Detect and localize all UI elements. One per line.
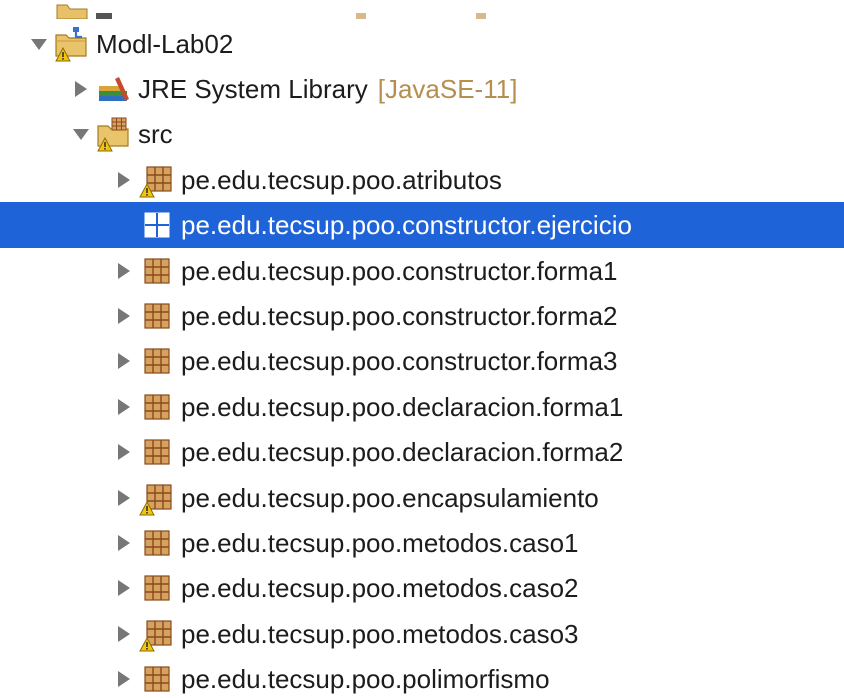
tree-row-package[interactable]: pe.edu.tecsup.poo.metodos.caso3	[0, 611, 844, 657]
package-label: pe.edu.tecsup.poo.polimorfismo	[181, 663, 550, 694]
tree-row-project[interactable]: Modl-Lab02	[0, 21, 844, 67]
collapsed-arrow-icon[interactable]	[113, 350, 135, 372]
tree-row-library[interactable]: JRE System Library [JavaSE-11]	[0, 66, 844, 112]
tree-row-package[interactable]: pe.edu.tecsup.poo.constructor.forma3	[0, 338, 844, 384]
no-toggle-placeholder	[113, 214, 135, 236]
package-label: pe.edu.tecsup.poo.constructor.ejercicio	[181, 209, 632, 240]
empty-package-icon	[139, 207, 175, 243]
package-label: pe.edu.tecsup.poo.metodos.caso3	[181, 618, 579, 649]
tree-row-package[interactable]: pe.edu.tecsup.poo.declaracion.forma1	[0, 384, 844, 430]
package-warning-icon	[139, 480, 175, 516]
collapsed-arrow-icon[interactable]	[113, 169, 135, 191]
tree-row-package[interactable]: pe.edu.tecsup.poo.atributos	[0, 157, 844, 203]
tree-toggle-placeholder	[28, 0, 50, 12]
project-folder-warning-icon	[54, 26, 90, 62]
tree-row-package[interactable]: pe.edu.tecsup.poo.constructor.forma1	[0, 248, 844, 294]
package-icon	[139, 343, 175, 379]
package-label: pe.edu.tecsup.poo.metodos.caso2	[181, 572, 579, 603]
package-label: pe.edu.tecsup.poo.constructor.forma3	[181, 345, 618, 376]
package-warning-icon	[139, 616, 175, 652]
project-folder-icon	[54, 0, 90, 19]
source-folder-warning-icon	[96, 116, 132, 152]
tree-row-package[interactable]: pe.edu.tecsup.poo.polimorfismo	[0, 656, 844, 698]
package-label: pe.edu.tecsup.poo.metodos.caso1	[181, 527, 579, 558]
collapsed-arrow-icon[interactable]	[113, 305, 135, 327]
collapsed-arrow-icon[interactable]	[113, 532, 135, 554]
collapsed-arrow-icon[interactable]	[113, 260, 135, 282]
package-icon	[139, 434, 175, 470]
package-label: pe.edu.tecsup.poo.declaracion.forma2	[181, 436, 624, 467]
package-icon	[139, 253, 175, 289]
tree-row-package[interactable]: pe.edu.tecsup.poo.constructor.forma2	[0, 293, 844, 339]
collapsed-arrow-icon[interactable]	[113, 623, 135, 645]
tree-row-src[interactable]: src	[0, 111, 844, 157]
tree-row-package[interactable]: pe.edu.tecsup.poo.encapsulamiento	[0, 475, 844, 521]
src-label: src	[138, 118, 173, 149]
package-icon	[139, 525, 175, 561]
tree-row-package[interactable]: pe.edu.tecsup.poo.metodos.caso2	[0, 565, 844, 611]
library-label: JRE System Library	[138, 73, 368, 104]
package-label: pe.edu.tecsup.poo.declaracion.forma1	[181, 391, 624, 422]
collapsed-arrow-icon[interactable]	[70, 78, 92, 100]
collapsed-arrow-icon[interactable]	[113, 668, 135, 690]
collapsed-arrow-icon[interactable]	[113, 487, 135, 509]
collapsed-arrow-icon[interactable]	[113, 441, 135, 463]
project-label: Modl-Lab02	[96, 28, 234, 59]
expanded-arrow-icon[interactable]	[70, 123, 92, 145]
tree-row-package[interactable]: pe.edu.tecsup.poo.declaracion.forma2	[0, 429, 844, 475]
package-icon	[139, 298, 175, 334]
partial-row-label	[96, 13, 516, 19]
tree-row-package-selected[interactable]: pe.edu.tecsup.poo.constructor.ejercicio	[0, 202, 844, 248]
collapsed-arrow-icon[interactable]	[113, 577, 135, 599]
tree-row-package[interactable]: pe.edu.tecsup.poo.metodos.caso1	[0, 520, 844, 566]
package-label: pe.edu.tecsup.poo.atributos	[181, 164, 502, 195]
package-label: pe.edu.tecsup.poo.constructor.forma2	[181, 300, 618, 331]
library-version-decoration: [JavaSE-11]	[377, 73, 518, 104]
package-warning-icon	[139, 162, 175, 198]
package-icon	[139, 661, 175, 697]
package-icon	[139, 389, 175, 425]
library-books-icon	[96, 71, 132, 107]
expanded-arrow-icon[interactable]	[28, 33, 50, 55]
collapsed-arrow-icon[interactable]	[113, 396, 135, 418]
package-icon	[139, 570, 175, 606]
package-explorer-tree: Modl-Lab02 JRE System Library [JavaSE-11…	[0, 0, 844, 698]
package-label: pe.edu.tecsup.poo.constructor.forma1	[181, 255, 618, 286]
package-label: pe.edu.tecsup.poo.encapsulamiento	[181, 482, 599, 513]
